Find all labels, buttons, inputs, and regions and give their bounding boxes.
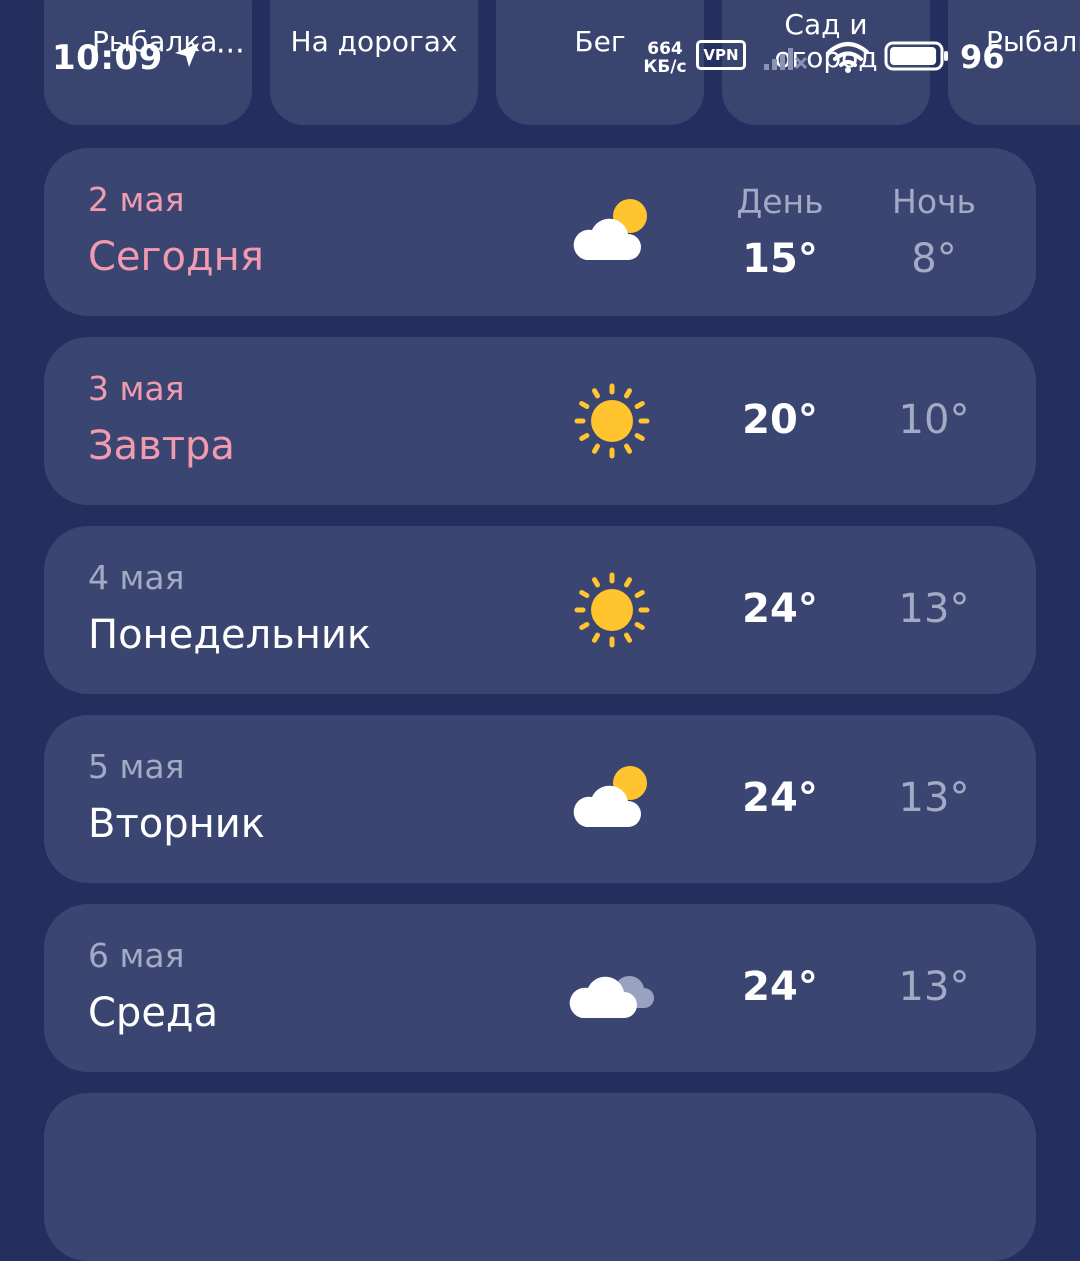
- night-temperature: 13°: [898, 775, 970, 821]
- night-temperature: 8°: [911, 236, 957, 282]
- day-name: Среда: [88, 990, 219, 1036]
- day-name: Завтра: [88, 423, 235, 469]
- night-temperature: 10°: [898, 397, 970, 443]
- night-temperature: 13°: [898, 586, 970, 632]
- forecast-day-card-partial[interactable]: [44, 1093, 1036, 1261]
- day-temperature: 24°: [742, 586, 818, 632]
- cloudy-icon: [564, 940, 660, 1036]
- partly-cloudy-icon: [564, 751, 660, 847]
- sun-icon: [564, 562, 660, 658]
- day-temperature: 15°: [742, 236, 818, 282]
- day-name: Понедельник: [88, 612, 372, 658]
- night-temperature: 13°: [898, 964, 970, 1010]
- partly-cloudy-icon: [564, 184, 660, 280]
- night-column-label: Ночь: [892, 182, 976, 221]
- forecast-day-card[interactable]: 4 мая Понедельник 24° 13°: [44, 526, 1036, 694]
- forecast-day-card[interactable]: 3 мая Завтра 20° 10°: [44, 337, 1036, 505]
- day-date: 3 мая: [88, 369, 185, 408]
- day-temperature: 24°: [742, 775, 818, 821]
- forecast-day-card[interactable]: 5 мая Вторник 24° 13°: [44, 715, 1036, 883]
- day-date: 4 мая: [88, 558, 185, 597]
- day-temperature: 20°: [742, 397, 818, 443]
- day-date: 2 мая: [88, 180, 185, 219]
- day-column-label: День: [736, 182, 824, 221]
- day-name: Вторник: [88, 801, 265, 847]
- forecast-day-card[interactable]: 6 мая Среда 24° 13°: [44, 904, 1036, 1072]
- day-date: 6 мая: [88, 936, 185, 975]
- sun-icon: [564, 373, 660, 469]
- forecast-list: 2 мая Сегодня День Ночь 15° 8° 3 мая Зав…: [0, 0, 1080, 1261]
- day-name: Сегодня: [88, 234, 264, 280]
- day-date: 5 мая: [88, 747, 185, 786]
- forecast-day-card[interactable]: 2 мая Сегодня День Ночь 15° 8°: [44, 148, 1036, 316]
- day-temperature: 24°: [742, 964, 818, 1010]
